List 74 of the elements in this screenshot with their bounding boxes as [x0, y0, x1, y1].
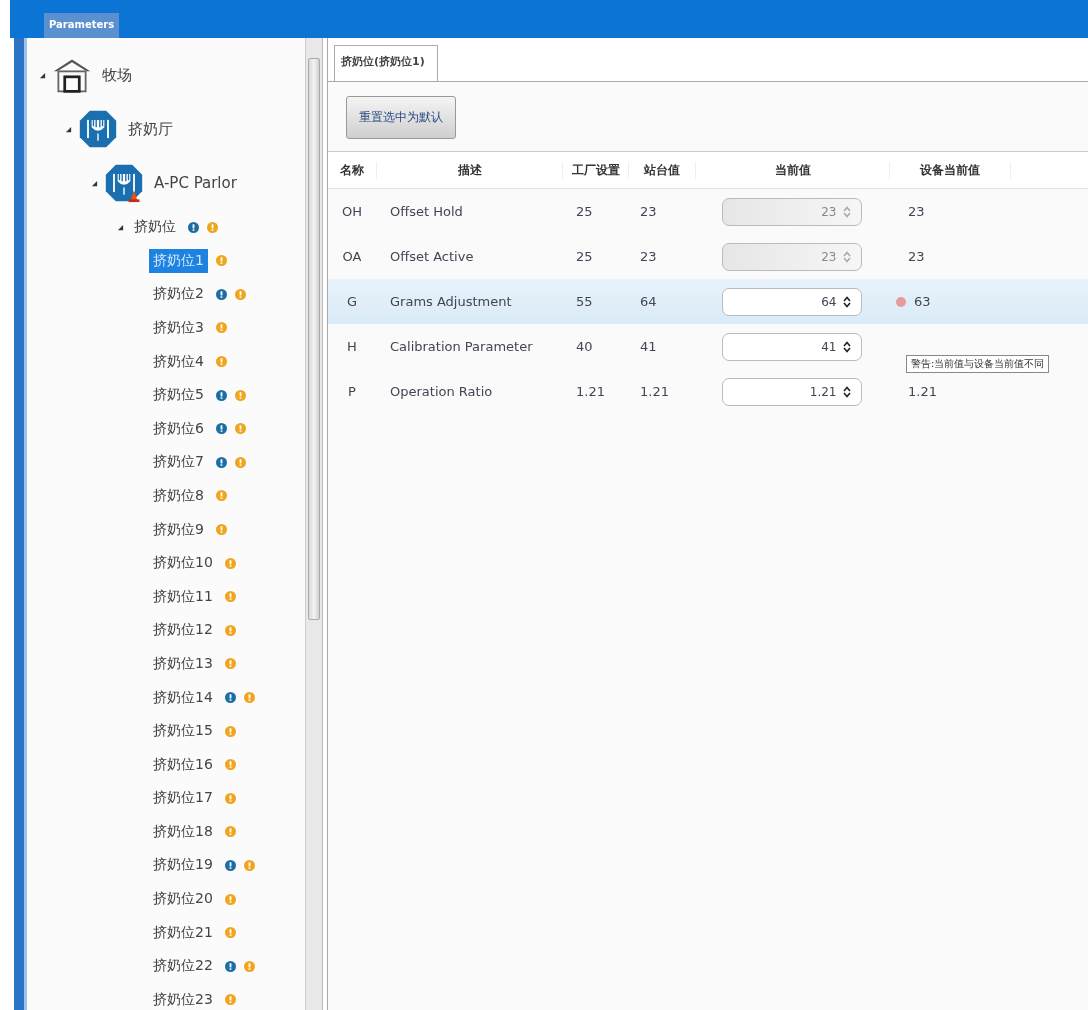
table-row[interactable]: G Grams Adjustment 55 64 64 63	[328, 279, 1088, 324]
expand-arrow-icon[interactable]	[117, 223, 124, 231]
table-cell: 1.21	[908, 384, 937, 399]
tree-item[interactable]: 挤奶位5	[149, 383, 208, 408]
table-cell: 63	[914, 294, 931, 309]
column-header[interactable]: 当前值	[696, 161, 890, 179]
tree-item[interactable]: 挤奶位7	[149, 450, 208, 475]
table-cell-text: Offset Hold	[389, 204, 464, 219]
number-spinner[interactable]: 64	[721, 287, 862, 316]
table-cell-text: OA	[341, 249, 363, 264]
scrollbar-thumb[interactable]	[308, 58, 320, 620]
tree-item[interactable]: 挤奶位16	[149, 752, 217, 777]
table-cell-text: 23	[639, 204, 658, 219]
table-cell-text: Offset Active	[389, 249, 475, 264]
table-cell-text: Calibration Parameter	[389, 339, 534, 354]
table-cell: 23	[908, 204, 925, 219]
milking-unit-icon	[78, 109, 118, 149]
milking-unit-icon	[104, 163, 144, 203]
expand-arrow-icon[interactable]	[91, 179, 98, 187]
spinner-arrows-icon[interactable]	[842, 385, 851, 398]
column-header[interactable]: 名称	[328, 161, 377, 179]
table-cell-text: 23	[639, 249, 658, 264]
tooltip: 警告:当前值与设备当前值不同	[906, 355, 1050, 373]
tree-item[interactable]: 挤奶位6	[149, 416, 208, 441]
table-cell-text: OH	[341, 204, 363, 219]
table-cell-text: G	[345, 294, 359, 309]
table-cell-text: Grams Adjustment	[389, 294, 513, 309]
column-header[interactable]: 站台值	[629, 161, 696, 179]
tree-item[interactable]: 挤奶厅	[124, 116, 177, 142]
expand-arrow-icon[interactable]	[65, 125, 72, 133]
spinner-arrows-icon[interactable]	[842, 340, 851, 353]
tree-item[interactable]: 挤奶位14	[149, 685, 217, 710]
tree-item[interactable]: 牧场	[98, 62, 136, 88]
tree-item[interactable]: 挤奶位15	[149, 719, 217, 744]
tab[interactable]: 挤奶位(挤奶位1)	[334, 45, 438, 81]
tree-item[interactable]: A-PC Parlor	[150, 171, 241, 195]
tree-item[interactable]: 挤奶位10	[149, 551, 217, 576]
column-header[interactable]: 描述	[377, 161, 563, 179]
table-cell-text: 25	[575, 204, 594, 219]
tree-item[interactable]: 挤奶位13	[149, 651, 217, 676]
tree-item[interactable]: 挤奶位20	[149, 887, 217, 912]
tree-item[interactable]: 挤奶位22	[149, 954, 217, 979]
table-cell-text: P	[347, 384, 357, 399]
spinner-arrows-icon[interactable]	[842, 295, 851, 308]
tree-item[interactable]: 挤奶位11	[149, 584, 217, 609]
tree-item[interactable]: 挤奶位21	[149, 920, 217, 945]
tree-item[interactable]: 挤奶位17	[149, 786, 217, 811]
reset-button[interactable]: 重置选中为默认	[346, 96, 456, 139]
tree-item[interactable]: 挤奶位8	[149, 483, 208, 508]
column-header[interactable]: 设备当前值	[890, 161, 1011, 179]
table-cell-text: 1.21	[639, 384, 670, 399]
table-cell-text: Operation Ratio	[389, 384, 494, 399]
table-cell-text: 1.21	[575, 384, 606, 399]
number-spinner[interactable]: 41	[721, 332, 862, 361]
tree-item[interactable]: 挤奶位4	[149, 349, 208, 374]
tree-item[interactable]: 挤奶位9	[149, 517, 208, 542]
tree-item[interactable]: 挤奶位12	[149, 618, 217, 643]
tree-item[interactable]: 挤奶位19	[149, 853, 217, 878]
tree-item[interactable]: 挤奶位	[130, 215, 180, 239]
table-cell-text: 25	[575, 249, 594, 264]
scrollbar[interactable]	[305, 38, 322, 1010]
table-cell-text: 40	[575, 339, 594, 354]
tree-item[interactable]: 挤奶位18	[149, 819, 217, 844]
table-cell-text: 64	[639, 294, 658, 309]
table-cell-text: 41	[639, 339, 658, 354]
number-spinner[interactable]: 1.21	[721, 377, 862, 406]
tree-item[interactable]: 挤奶位3	[149, 316, 208, 340]
tree-item[interactable]: 挤奶位23	[149, 987, 217, 1010]
table-cell-text: H	[346, 339, 358, 354]
table-cell-text: 55	[575, 294, 594, 309]
table-cell: 23	[908, 249, 925, 264]
expand-arrow-icon[interactable]	[39, 71, 46, 79]
tree-item[interactable]: 挤奶位2	[149, 282, 208, 307]
column-header[interactable]: 工厂设置	[563, 161, 629, 179]
